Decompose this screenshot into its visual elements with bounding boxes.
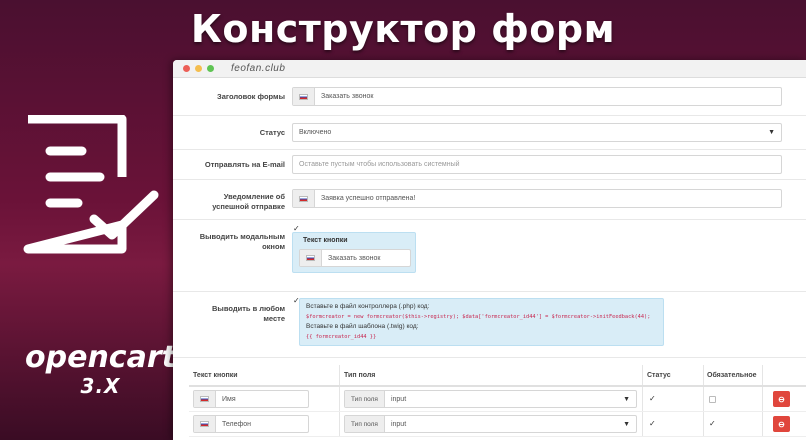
status-select[interactable]: Включено ▼ bbox=[292, 123, 782, 142]
modal-button-box: Текст кнопки Заказать звонок bbox=[292, 232, 416, 273]
email-input[interactable]: Оставьте пустым чтобы использовать систе… bbox=[292, 155, 782, 174]
opencart-version: 3.X bbox=[80, 374, 121, 398]
modal-label: Выводить модальным окном bbox=[199, 232, 285, 251]
modal-button-input[interactable]: Заказать звонок bbox=[299, 249, 411, 267]
modal-button-heading: Текст кнопки bbox=[303, 237, 348, 244]
controller-code: $formcreator = new formcreator($this->re… bbox=[306, 314, 651, 320]
template-hint: Вставьте в файл шаблона (.twig) код: bbox=[306, 323, 419, 330]
window-titlebar: feofan.club bbox=[173, 60, 806, 78]
email-row: Отправлять на E-mail Оставьте пустым что… bbox=[173, 150, 806, 180]
site-name: feofan.club bbox=[231, 63, 286, 74]
required-checkbox[interactable] bbox=[709, 396, 716, 403]
caret-down-icon: ▼ bbox=[768, 129, 775, 136]
fields-table: Текст кнопки Тип поля Статус Обязательно… bbox=[189, 365, 806, 437]
language-flag-icon bbox=[194, 391, 216, 407]
close-dot[interactable] bbox=[183, 65, 190, 72]
table-header: Текст кнопки Тип поля Статус Обязательно… bbox=[189, 365, 806, 387]
anywhere-label: Выводить в любом месте bbox=[212, 304, 285, 323]
delete-row-button[interactable]: ⊖ bbox=[773, 416, 790, 432]
minimize-dot[interactable] bbox=[195, 65, 202, 72]
controller-hint: Вставьте в файл контроллера (.php) код: bbox=[306, 303, 430, 310]
language-flag-icon bbox=[293, 190, 315, 207]
banner-title: Конструктор форм bbox=[190, 7, 616, 51]
maximize-dot[interactable] bbox=[207, 65, 214, 72]
th-status: Статус bbox=[647, 372, 671, 379]
table-row: Имя Тип поля input ▼ ✓ ⊖ bbox=[189, 387, 806, 412]
table-row: Телефон Тип поля input ▼ ✓ ✓ ⊖ bbox=[189, 412, 806, 437]
form-checkmark-icon bbox=[23, 115, 159, 254]
language-flag-icon bbox=[194, 416, 216, 432]
field-name-input[interactable]: Телефон bbox=[193, 415, 309, 433]
th-field-type: Тип поля bbox=[344, 372, 376, 379]
success-label: Уведомление об успешной отправке bbox=[212, 192, 285, 211]
email-label: Отправлять на E-mail bbox=[204, 160, 285, 169]
caret-down-icon: ▼ bbox=[623, 420, 630, 428]
embed-code-box: Вставьте в файл контроллера (.php) код: … bbox=[299, 298, 664, 346]
form-heading-label: Заголовок формы bbox=[217, 92, 285, 101]
modal-row: Выводить модальным окном ✓ bbox=[173, 220, 806, 292]
browser-window: feofan.club Заголовок формы Заказать зво… bbox=[173, 60, 806, 440]
status-checkbox[interactable]: ✓ bbox=[649, 394, 656, 403]
language-flag-icon bbox=[293, 88, 315, 105]
delete-row-button[interactable]: ⊖ bbox=[773, 391, 790, 407]
opencart-logo-text: opencart bbox=[25, 340, 176, 375]
field-type-select[interactable]: Тип поля input ▼ bbox=[344, 390, 637, 408]
th-required: Обязательное bbox=[707, 372, 757, 379]
required-checkbox[interactable]: ✓ bbox=[709, 419, 716, 428]
status-checkbox[interactable]: ✓ bbox=[649, 419, 656, 428]
minus-circle-icon: ⊖ bbox=[778, 419, 785, 429]
field-name-input[interactable]: Имя bbox=[193, 390, 309, 408]
form-heading-input[interactable]: Заказать звонок bbox=[292, 87, 782, 106]
field-type-select[interactable]: Тип поля input ▼ bbox=[344, 415, 637, 433]
caret-down-icon: ▼ bbox=[623, 395, 630, 403]
language-flag-icon bbox=[300, 250, 322, 266]
status-row: Статус Включено ▼ bbox=[173, 116, 806, 150]
success-row: Уведомление об успешной отправке Заявка у… bbox=[173, 180, 806, 220]
status-label: Статус bbox=[259, 128, 285, 137]
th-button-text: Текст кнопки bbox=[193, 372, 238, 379]
success-input[interactable]: Заявка успешно отправлена! bbox=[292, 189, 782, 208]
form-heading-row: Заголовок формы Заказать звонок bbox=[173, 78, 806, 116]
template-code: {{ formcreator_id44 }} bbox=[306, 334, 377, 340]
minus-circle-icon: ⊖ bbox=[778, 394, 785, 404]
